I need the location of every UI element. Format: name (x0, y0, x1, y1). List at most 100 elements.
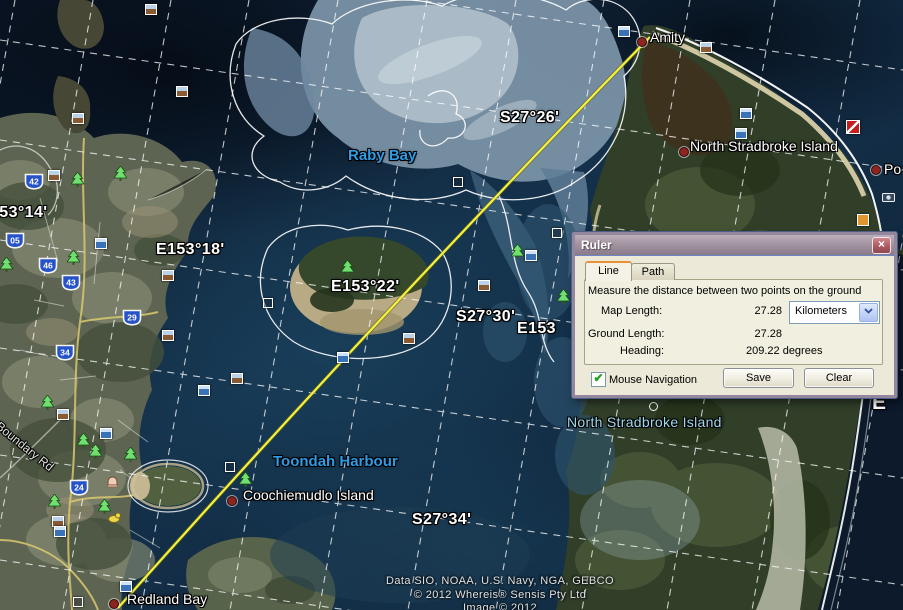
copyright-line: Data SIO, NOAA, U.S. Navy, NGA, GEBCO (300, 575, 700, 587)
place-label[interactable]: Redland Bay (127, 591, 207, 607)
dive-flag-icon[interactable] (846, 120, 860, 134)
photo-icon[interactable] (618, 26, 630, 37)
tree-icon (41, 395, 54, 411)
placemark-square-icon[interactable] (453, 177, 463, 187)
units-dropdown[interactable]: Kilometers (789, 301, 880, 324)
placemark-dot-icon[interactable] (637, 37, 647, 47)
photo-icon[interactable] (57, 409, 69, 420)
mouse-navigation-checkbox[interactable]: ✔ (591, 372, 606, 387)
checkmark-icon: ✔ (593, 371, 603, 385)
placemark-dot-icon[interactable] (871, 165, 881, 175)
ruler-description: Measure the distance between two points … (588, 285, 861, 297)
bell-icon[interactable] (107, 476, 118, 489)
coochiemudlo-island (128, 460, 208, 512)
map-length-value: 27.28 (727, 305, 782, 317)
ruler-dialog-titlebar[interactable]: Ruler × (575, 235, 894, 256)
photo-icon[interactable] (145, 4, 157, 15)
road-shield-icon: 46 (38, 257, 58, 274)
clear-button[interactable]: Clear (804, 368, 874, 388)
photo-icon[interactable] (403, 333, 415, 344)
photo-icon[interactable] (100, 428, 112, 439)
photo-icon[interactable] (735, 128, 747, 139)
heading-label: Heading: (620, 345, 664, 357)
road-shield-icon: 29 (122, 309, 142, 326)
save-button[interactable]: Save (723, 368, 794, 388)
tree-icon (557, 289, 570, 305)
placemark-square-icon[interactable] (263, 298, 273, 308)
grid-label: S27°30' (456, 308, 515, 326)
placemark-dot-icon[interactable] (679, 147, 689, 157)
tree-icon (98, 499, 111, 515)
photo-icon[interactable] (176, 86, 188, 97)
camera-icon[interactable] (882, 192, 895, 202)
road-shield-icon: 43 (61, 274, 81, 291)
placemark-ring-icon[interactable] (649, 402, 658, 411)
ruler-dialog: Ruler × Line Path Measure the distance b… (572, 232, 897, 398)
svg-text:24: 24 (74, 483, 84, 493)
placemark-square-icon[interactable] (552, 228, 562, 238)
photo-icon[interactable] (48, 170, 60, 181)
svg-text:42: 42 (29, 177, 39, 187)
tree-icon (511, 244, 524, 260)
photo-icon[interactable] (120, 581, 132, 592)
placemark-square-icon[interactable] (225, 462, 235, 472)
tree-icon (48, 494, 61, 510)
road-shield-icon: 05 (5, 232, 25, 249)
tree-icon (341, 260, 354, 276)
place-label[interactable]: Amity (650, 29, 685, 45)
tab-path[interactable]: Path (631, 263, 675, 280)
grid-label: S27°26' (500, 109, 559, 127)
svg-text:34: 34 (60, 348, 70, 358)
placemark-dot-icon[interactable] (227, 496, 237, 506)
photo-icon[interactable] (740, 108, 752, 119)
placemark-dot-icon[interactable] (109, 599, 119, 609)
grid-label: 153°14' (0, 204, 48, 222)
map-length-label: Map Length: (601, 305, 662, 317)
tree-icon (71, 172, 84, 188)
photo-icon[interactable] (700, 42, 712, 53)
photo-icon[interactable] (198, 385, 210, 396)
road-shield-icon: 42 (24, 173, 44, 190)
tree-icon (89, 444, 102, 460)
svg-text:43: 43 (66, 278, 76, 288)
svg-text:29: 29 (127, 313, 137, 323)
tree-icon (124, 447, 137, 463)
grid-label: S27°34' (412, 511, 471, 529)
photo-icon[interactable] (231, 373, 243, 384)
photo-icon[interactable] (162, 330, 174, 341)
place-label[interactable]: Po (884, 161, 901, 177)
close-icon[interactable]: × (872, 237, 891, 254)
svg-text:05: 05 (10, 236, 20, 246)
units-dropdown-value: Kilometers (795, 305, 847, 317)
tree-icon (114, 166, 127, 182)
grid-label: E153°22' (331, 278, 400, 296)
dropdown-chevron-icon[interactable] (859, 303, 878, 322)
copyright-line: Image © 2012 (300, 602, 700, 610)
island-label: North Stradbroke Island (567, 414, 722, 430)
ground-length-value: 27.28 (727, 328, 782, 340)
photo-icon[interactable] (72, 113, 84, 124)
tab-line[interactable]: Line (585, 261, 632, 281)
photo-icon[interactable] (337, 352, 349, 363)
poi-icon[interactable] (857, 214, 869, 226)
ground-length-label: Ground Length: (588, 328, 664, 340)
tree-icon (0, 257, 13, 273)
grid-label: E153 (517, 320, 556, 338)
copyright-line: © 2012 Whereis® Sensis Pty Ltd (300, 589, 700, 601)
mouse-navigation-label: Mouse Navigation (609, 374, 697, 386)
place-label[interactable]: North Stradbroke Island (690, 138, 838, 154)
road-shield-icon: 34 (55, 344, 75, 361)
map-viewport[interactable]: Data SIO, NOAA, U.S. Navy, NGA, GEBCO © … (0, 0, 903, 610)
placemark-square-icon[interactable] (73, 597, 83, 607)
water-label: Raby Bay (348, 147, 416, 164)
place-label[interactable]: Coochiemudlo Island (243, 487, 374, 503)
photo-icon[interactable] (525, 250, 537, 261)
tree-icon (239, 472, 252, 488)
tree-icon (67, 250, 80, 266)
photo-icon[interactable] (162, 270, 174, 281)
water-label: Toondah Harbour (273, 453, 398, 470)
photo-icon[interactable] (95, 238, 107, 249)
road-shield-icon: 24 (69, 479, 89, 496)
photo-icon[interactable] (54, 526, 66, 537)
photo-icon[interactable] (478, 280, 490, 291)
